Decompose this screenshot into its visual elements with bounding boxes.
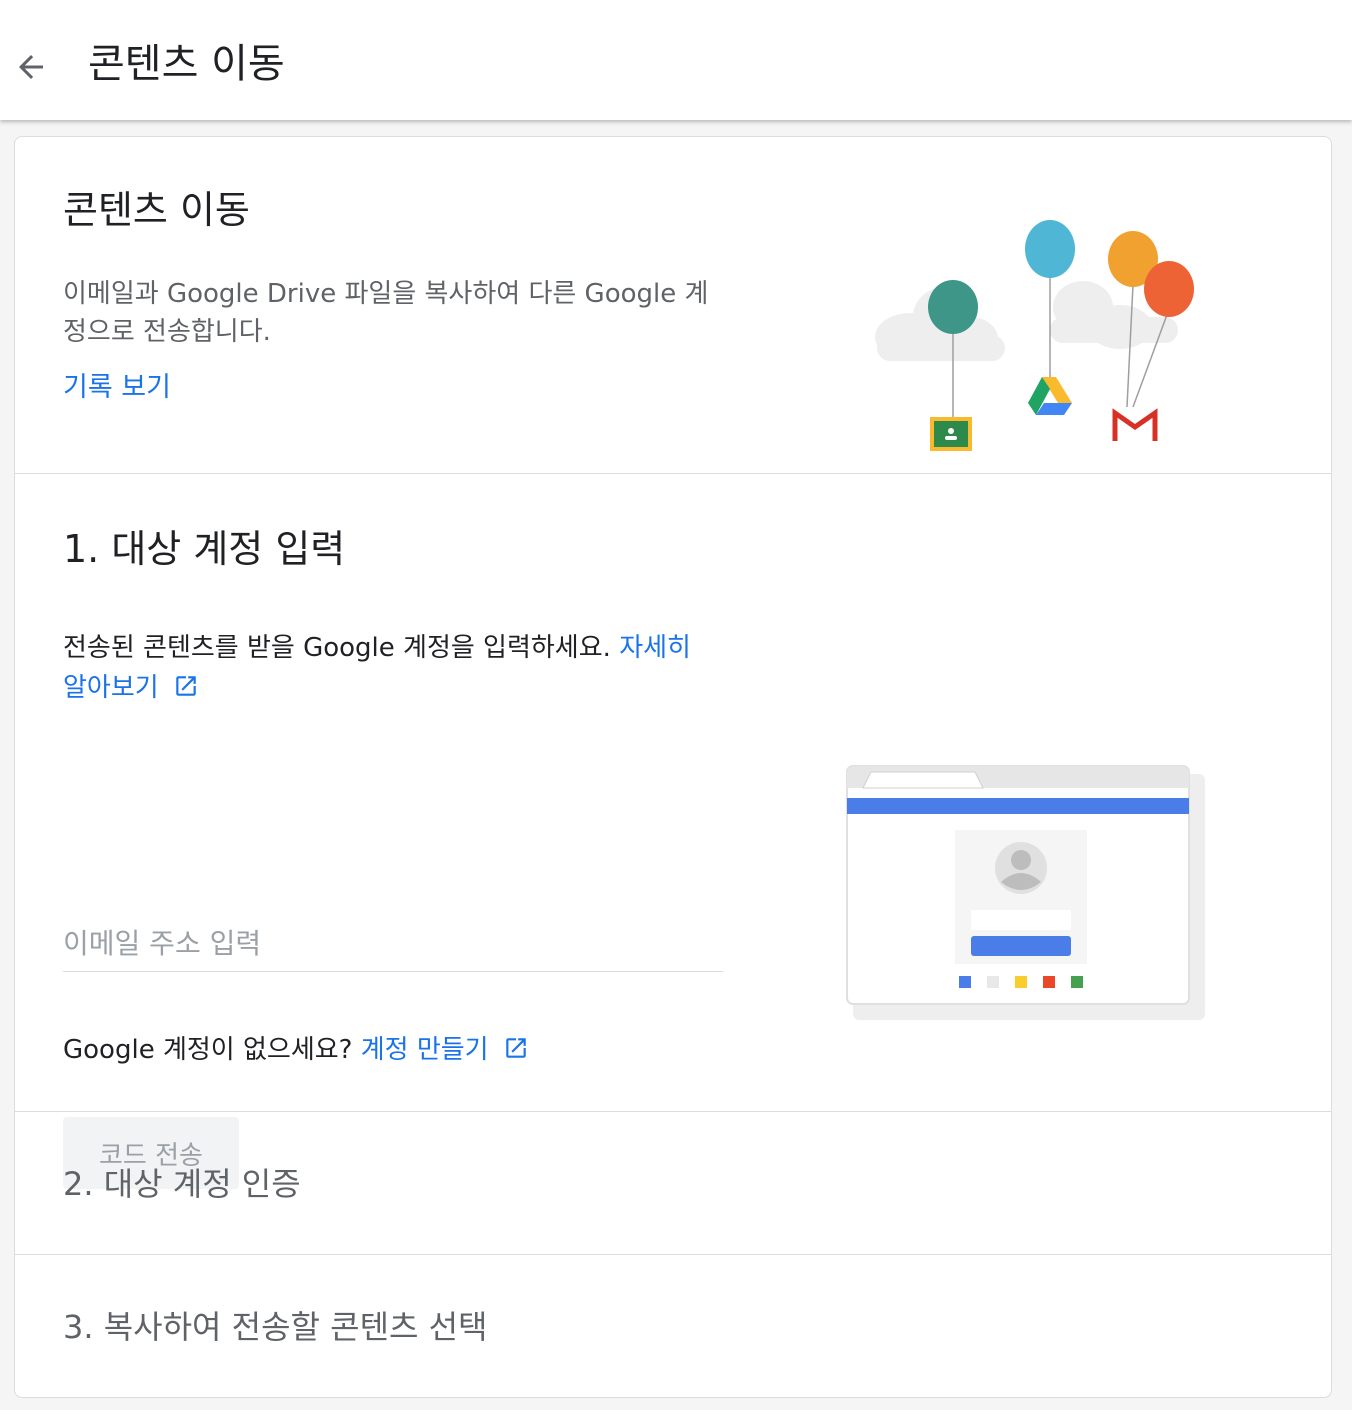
blue-balloon-icon (1025, 220, 1075, 278)
step2-title: 2. 대상 계정 인증 (63, 1165, 301, 1203)
open-in-new-icon (505, 1038, 526, 1058)
arrow-back-icon (19, 55, 43, 79)
gmail-icon (1112, 408, 1158, 441)
create-account-link-label: 계정 만들기 (360, 1035, 489, 1065)
intro-section: 콘텐츠 이동 이메일과 Google Drive 파일을 복사하여 다른 Goo… (15, 137, 1331, 474)
open-in-new-icon (175, 676, 196, 696)
intro-title: 콘텐츠 이동 (63, 188, 250, 232)
drive-icon (1028, 377, 1072, 415)
step3-title: 3. 복사하여 전송할 콘텐츠 선택 (63, 1308, 488, 1346)
back-button[interactable] (6, 42, 56, 92)
teal-balloon-icon (928, 280, 978, 334)
no-account-text: Google 계정이 없으세요? (63, 1035, 353, 1065)
step1-section: 1. 대상 계정 입력 전송된 콘텐츠를 받을 Google 계정을 입력하세요… (15, 474, 1331, 1189)
balloons-illustration (875, 220, 1194, 451)
page-title: 콘텐츠 이동 (88, 41, 285, 87)
step2-section[interactable]: 2. 대상 계정 인증 (15, 1112, 1331, 1255)
step1-description: 전송된 콘텐츠를 받을 Google 계정을 입력하세요. 자세히 알아보기 (63, 628, 723, 708)
classroom-icon (930, 417, 972, 451)
avatar-icon (995, 842, 1047, 894)
step1-title: 1. 대상 계정 입력 (63, 527, 346, 571)
step1-description-text: 전송된 콘텐츠를 받을 Google 계정을 입력하세요. (63, 633, 611, 663)
view-history-link[interactable]: 기록 보기 (63, 369, 171, 407)
email-input[interactable] (63, 916, 723, 972)
no-account-line: Google 계정이 없으세요? 계정 만들기 (63, 1030, 723, 1070)
red-balloon-icon (1144, 261, 1194, 317)
top-app-bar: 콘텐츠 이동 (0, 0, 1352, 120)
intro-description: 이메일과 Google Drive 파일을 복사하여 다른 Google 계정으… (63, 279, 709, 347)
browser-signin-illustration (846, 765, 1205, 1020)
transfer-card: 콘텐츠 이동 이메일과 Google Drive 파일을 복사하여 다른 Goo… (14, 136, 1332, 1398)
create-account-link[interactable]: 계정 만들기 (361, 1035, 529, 1065)
step3-section[interactable]: 3. 복사하여 전송할 콘텐츠 선택 (15, 1255, 1331, 1397)
